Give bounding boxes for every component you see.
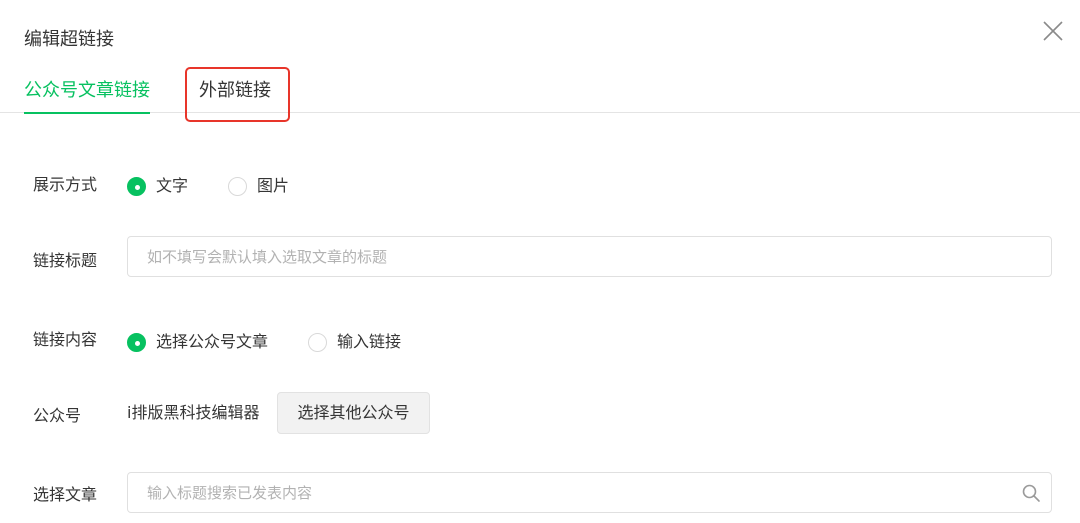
edit-hyperlink-dialog: 编辑超链接 公众号文章链接 外部链接 展示方式 文字 图片 链接标题 链接内容 … — [0, 0, 1080, 523]
display-mode-text-label: 文字 — [156, 176, 189, 195]
display-mode-label: 展示方式 — [33, 175, 98, 194]
article-search-input[interactable] — [127, 472, 1052, 513]
display-mode-text-option[interactable]: 文字 — [127, 175, 188, 197]
display-mode-radio-group: 文字 图片 — [127, 175, 329, 197]
choose-other-account-button[interactable]: 选择其他公众号 — [277, 392, 430, 434]
link-content-url-option[interactable]: 输入链接 — [308, 331, 401, 353]
search-button[interactable] — [1021, 483, 1041, 503]
display-mode-image-label: 图片 — [257, 176, 290, 195]
search-icon — [1022, 484, 1040, 502]
radio-unchecked-icon — [228, 176, 248, 196]
radio-checked-icon — [127, 176, 146, 196]
display-mode-image-option[interactable]: 图片 — [228, 175, 289, 197]
radio-unchecked-icon — [308, 332, 328, 352]
link-type-tabs: 公众号文章链接 外部链接 — [0, 64, 1080, 114]
account-label: 公众号 — [33, 406, 82, 425]
link-content-url-label: 输入链接 — [337, 332, 402, 351]
close-button[interactable] — [1040, 18, 1066, 44]
link-title-label: 链接标题 — [33, 251, 98, 270]
tab-external-link[interactable]: 外部链接 — [199, 78, 271, 104]
link-content-article-label: 选择公众号文章 — [156, 332, 269, 351]
link-content-label: 链接内容 — [33, 330, 98, 349]
select-article-label: 选择文章 — [33, 485, 98, 504]
tab-article-link[interactable]: 公众号文章链接 — [24, 78, 150, 114]
dialog-title: 编辑超链接 — [24, 29, 114, 50]
link-title-input[interactable] — [127, 236, 1052, 277]
close-icon — [1043, 21, 1063, 41]
account-name: i排版黑科技编辑器 — [127, 403, 260, 422]
link-content-radio-group: 选择公众号文章 输入链接 — [127, 331, 441, 353]
radio-checked-icon — [127, 332, 146, 352]
link-content-article-option[interactable]: 选择公众号文章 — [127, 331, 268, 353]
